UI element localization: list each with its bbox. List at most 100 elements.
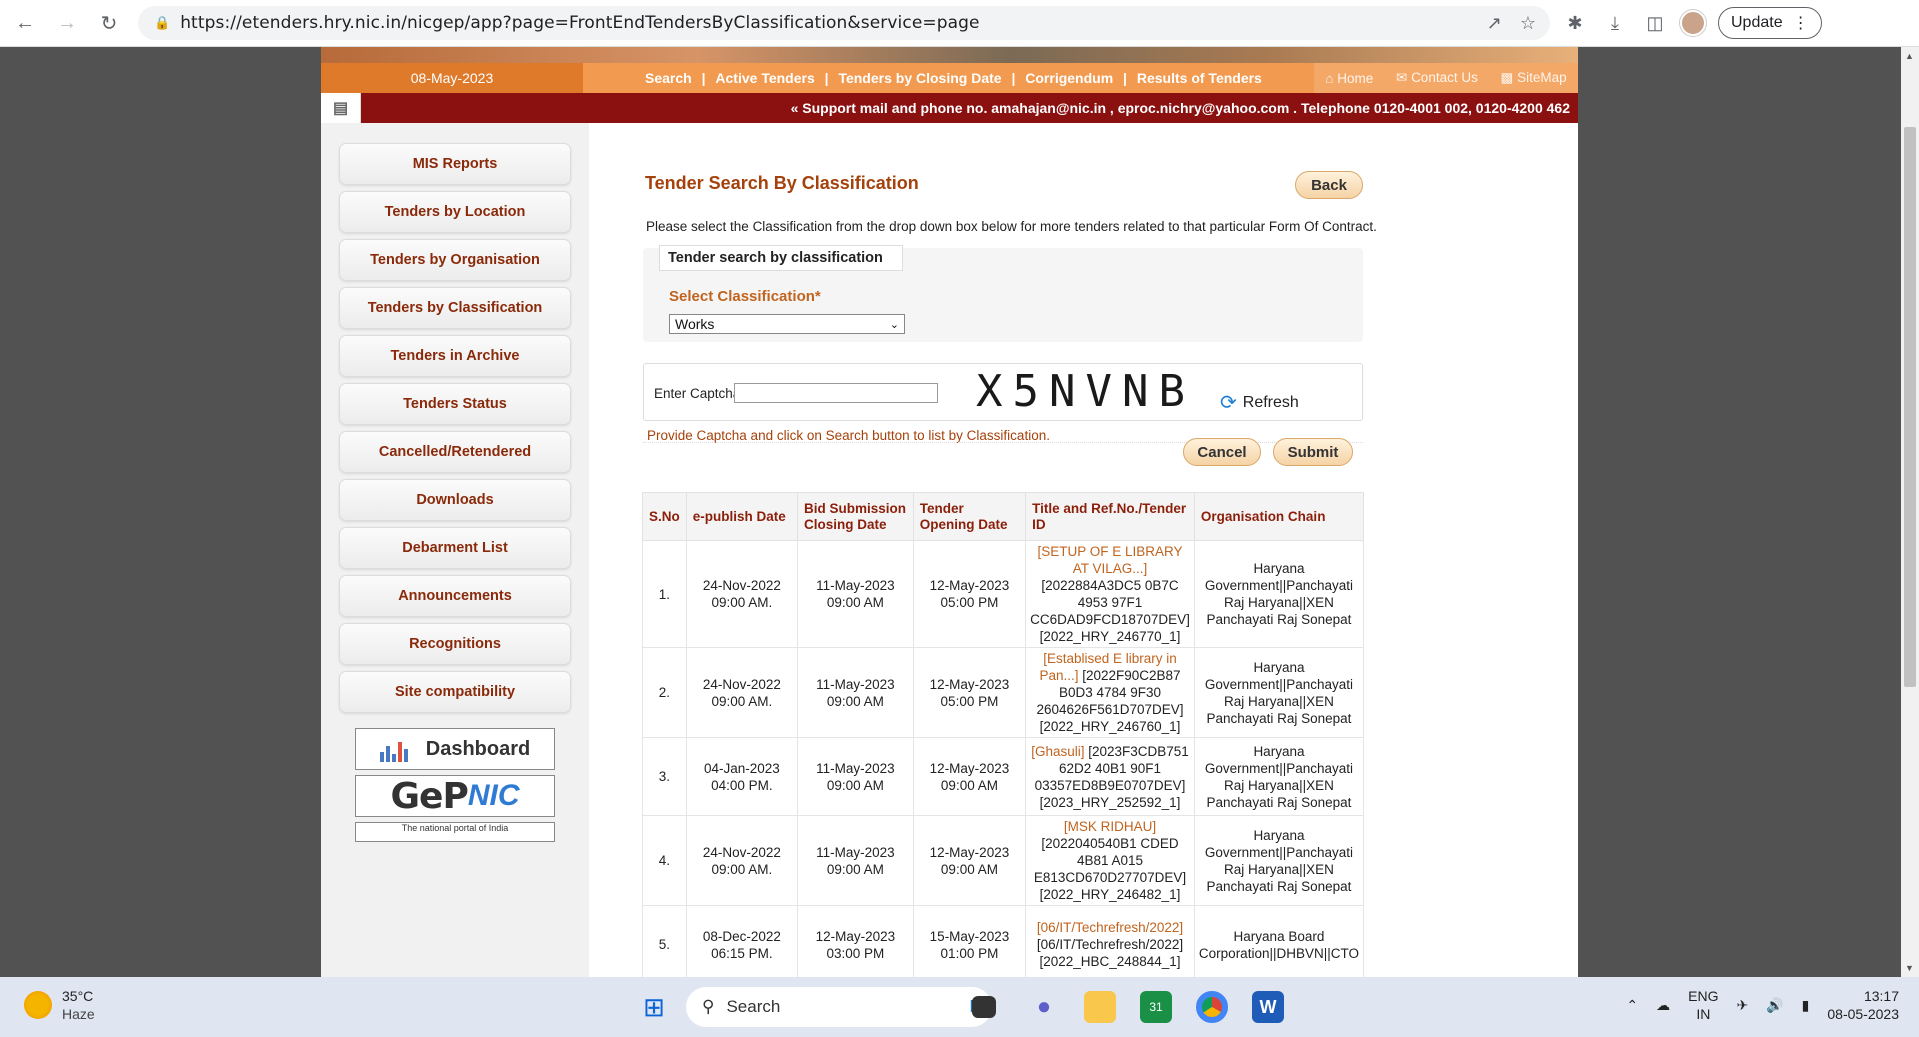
download-icon[interactable]: ⤓ bbox=[1600, 8, 1630, 38]
sidebar-item-debarment-list[interactable]: Debarment List bbox=[339, 527, 571, 569]
menu-corrigendum[interactable]: Corrigendum bbox=[1025, 70, 1113, 86]
tender-title-link[interactable]: [SETUP OF E LIBRARY AT VILAG...] bbox=[1037, 544, 1182, 576]
top-menu-bar: 08-May-2023 Search | Active Tenders | Te… bbox=[321, 63, 1578, 93]
sidebar-item-tenders-by-classification[interactable]: Tenders by Classification bbox=[339, 287, 571, 329]
address-bar[interactable]: 🔒 https://etenders.hry.nic.in/nicgep/app… bbox=[138, 6, 1550, 40]
sidebar-item-announcements[interactable]: Announcements bbox=[339, 575, 571, 617]
menu-tenders-by-closing-date[interactable]: Tenders by Closing Date bbox=[838, 70, 1001, 86]
browser-toolbar: ← → ↻ 🔒 https://etenders.hry.nic.in/nicg… bbox=[0, 0, 1919, 47]
sitemap-link[interactable]: ▩ SiteMap bbox=[1501, 70, 1567, 86]
word-icon[interactable]: W bbox=[1252, 991, 1284, 1023]
classification-select[interactable]: Works ⌄ bbox=[669, 314, 905, 334]
tender-title-link[interactable]: [Ghasuli] bbox=[1031, 744, 1084, 759]
side-panel-icon[interactable]: ◫ bbox=[1640, 8, 1670, 38]
menu-results-of-tenders[interactable]: Results of Tenders bbox=[1137, 70, 1262, 86]
scroll-down-icon[interactable]: ▼ bbox=[1905, 963, 1914, 973]
cell-sno: 1. bbox=[642, 540, 687, 648]
chevron-down-icon: ⌄ bbox=[889, 318, 899, 331]
submit-button[interactable]: Submit bbox=[1273, 438, 1353, 466]
document-icon[interactable]: ▤ bbox=[321, 93, 361, 123]
refresh-label: Refresh bbox=[1242, 393, 1299, 411]
page-scrollbar[interactable]: ▲ ▼ bbox=[1901, 47, 1919, 977]
fieldset-legend: Tender search by classification bbox=[659, 245, 903, 271]
sidebar-item-tenders-status[interactable]: Tenders Status bbox=[339, 383, 571, 425]
cell-closing-date: 11-May-2023 09:00 AM bbox=[796, 815, 914, 906]
clock-date: 08-05-2023 bbox=[1827, 1006, 1899, 1022]
cell-opening-date: 12-May-2023 09:00 AM bbox=[912, 815, 1027, 906]
cell-organisation: Haryana Board Corporation||DHBVN||CTO bbox=[1193, 905, 1365, 977]
share-icon[interactable]: ↗ bbox=[1487, 13, 1502, 34]
captcha-input[interactable] bbox=[734, 383, 938, 403]
url-text: https://etenders.hry.nic.in/nicgep/app?p… bbox=[180, 13, 980, 33]
calendar-icon[interactable]: 31 bbox=[1140, 991, 1172, 1023]
reload-icon[interactable]: ↻ bbox=[92, 6, 126, 40]
taskbar-search[interactable]: ⚲ Search b bbox=[686, 987, 992, 1027]
sidebar-item-site-compatibility[interactable]: Site compatibility bbox=[339, 671, 571, 713]
scroll-up-icon[interactable]: ▲ bbox=[1905, 51, 1914, 61]
clock[interactable]: 13:17 08-05-2023 bbox=[1827, 987, 1899, 1023]
sidebar-item-cancelled-retendered[interactable]: Cancelled/Retendered bbox=[339, 431, 571, 473]
more-menu-icon[interactable]: ⋮ bbox=[1793, 13, 1809, 33]
tender-title-link[interactable]: [MSK RIDHAU] bbox=[1064, 819, 1156, 834]
cancel-button[interactable]: Cancel bbox=[1183, 438, 1261, 466]
back-arrow-icon[interactable]: ← bbox=[8, 6, 42, 40]
contact-us-link[interactable]: ✉ Contact Us bbox=[1396, 70, 1478, 86]
menu-search[interactable]: Search bbox=[645, 70, 692, 86]
table-row: 4. 24-Nov-2022 09:00 AM. 11-May-2023 09:… bbox=[642, 815, 1365, 906]
sidebar-item-recognitions[interactable]: Recognitions bbox=[339, 623, 571, 665]
results-table: S.No e-publish Date Bid Submission Closi… bbox=[642, 492, 1365, 977]
cell-epublish-date: 24-Nov-2022 09:00 AM. bbox=[685, 540, 798, 648]
bookmark-star-icon[interactable]: ☆ bbox=[1520, 13, 1536, 34]
captcha-text: X5NVNB bbox=[976, 366, 1195, 417]
profile-avatar[interactable] bbox=[1680, 10, 1706, 36]
task-view-icon[interactable] bbox=[972, 996, 996, 1018]
header-closing-date: Bid Submission Closing Date bbox=[796, 492, 914, 541]
main-menu: Search | Active Tenders | Tenders by Clo… bbox=[645, 70, 1262, 86]
classification-fieldset: Tender search by classification Select C… bbox=[643, 245, 1363, 342]
airplane-mode-icon[interactable]: ✈ bbox=[1736, 997, 1748, 1014]
refresh-captcha-button[interactable]: ⟳ Refresh bbox=[1220, 390, 1299, 415]
site-container: 08-May-2023 Search | Active Tenders | Te… bbox=[321, 47, 1578, 977]
cell-sno: 2. bbox=[642, 647, 687, 738]
table-row: 1. 24-Nov-2022 09:00 AM. 11-May-2023 09:… bbox=[642, 540, 1365, 648]
home-link[interactable]: ⌂ Home bbox=[1325, 71, 1373, 86]
gepnic-logo[interactable]: GeP NIC bbox=[355, 775, 555, 817]
table-header-row: S.No e-publish Date Bid Submission Closi… bbox=[642, 492, 1365, 541]
cloud-icon[interactable]: ☁ bbox=[1656, 997, 1670, 1014]
extensions-icon[interactable]: ✱ bbox=[1560, 8, 1590, 38]
dashboard-banner[interactable]: Dashboard bbox=[355, 728, 555, 770]
sun-icon bbox=[24, 991, 52, 1019]
cell-organisation: Haryana Government||Panchayati Raj Harya… bbox=[1193, 815, 1365, 906]
select-classification-label: Select Classification* bbox=[669, 288, 821, 305]
volume-icon[interactable]: 🔊 bbox=[1766, 997, 1783, 1014]
header-opening-date: Tender Opening Date bbox=[912, 492, 1027, 541]
tender-ref: [06/IT/Techrefresh/2022] [2022_HBC_24884… bbox=[1036, 937, 1184, 969]
sidebar-item-downloads[interactable]: Downloads bbox=[339, 479, 571, 521]
tender-title-link[interactable]: [06/IT/Techrefresh/2022] bbox=[1037, 920, 1183, 935]
update-button[interactable]: Update ⋮ bbox=[1718, 7, 1822, 39]
search-icon: ⚲ bbox=[702, 997, 715, 1016]
sidebar-item-tenders-in-archive[interactable]: Tenders in Archive bbox=[339, 335, 571, 377]
chrome-icon[interactable] bbox=[1196, 991, 1228, 1023]
main-content: Tender Search By Classification Back Ple… bbox=[589, 123, 1578, 977]
windows-start-icon[interactable]: ⊞ bbox=[638, 991, 670, 1023]
chevron-up-icon[interactable]: ⌃ bbox=[1626, 997, 1638, 1014]
language-indicator[interactable]: ENG IN bbox=[1688, 987, 1718, 1023]
scrollbar-thumb[interactable] bbox=[1904, 127, 1916, 687]
header-sno: S.No bbox=[642, 492, 687, 541]
cell-closing-date: 11-May-2023 09:00 AM bbox=[796, 647, 914, 738]
menu-active-tenders[interactable]: Active Tenders bbox=[715, 70, 814, 86]
chat-icon[interactable]: ● bbox=[1028, 991, 1060, 1023]
cell-sno: 4. bbox=[642, 815, 687, 906]
sidebar-item-tenders-by-location[interactable]: Tenders by Location bbox=[339, 191, 571, 233]
back-button[interactable]: Back bbox=[1295, 171, 1363, 199]
sidebar-item-tenders-by-organisation[interactable]: Tenders by Organisation bbox=[339, 239, 571, 281]
sidebar-item-mis-reports[interactable]: MIS Reports bbox=[339, 143, 571, 185]
weather-widget[interactable]: 35°C Haze bbox=[24, 987, 95, 1023]
india-gov-logo[interactable]: The national portal of India bbox=[355, 822, 555, 842]
table-row: 3. 04-Jan-2023 04:00 PM. 11-May-2023 09:… bbox=[642, 737, 1365, 816]
battery-icon[interactable]: ▮ bbox=[1802, 997, 1810, 1014]
file-explorer-icon[interactable] bbox=[1084, 991, 1116, 1023]
forward-arrow-icon[interactable]: → bbox=[50, 6, 84, 40]
page-title: Tender Search By Classification bbox=[645, 173, 919, 193]
